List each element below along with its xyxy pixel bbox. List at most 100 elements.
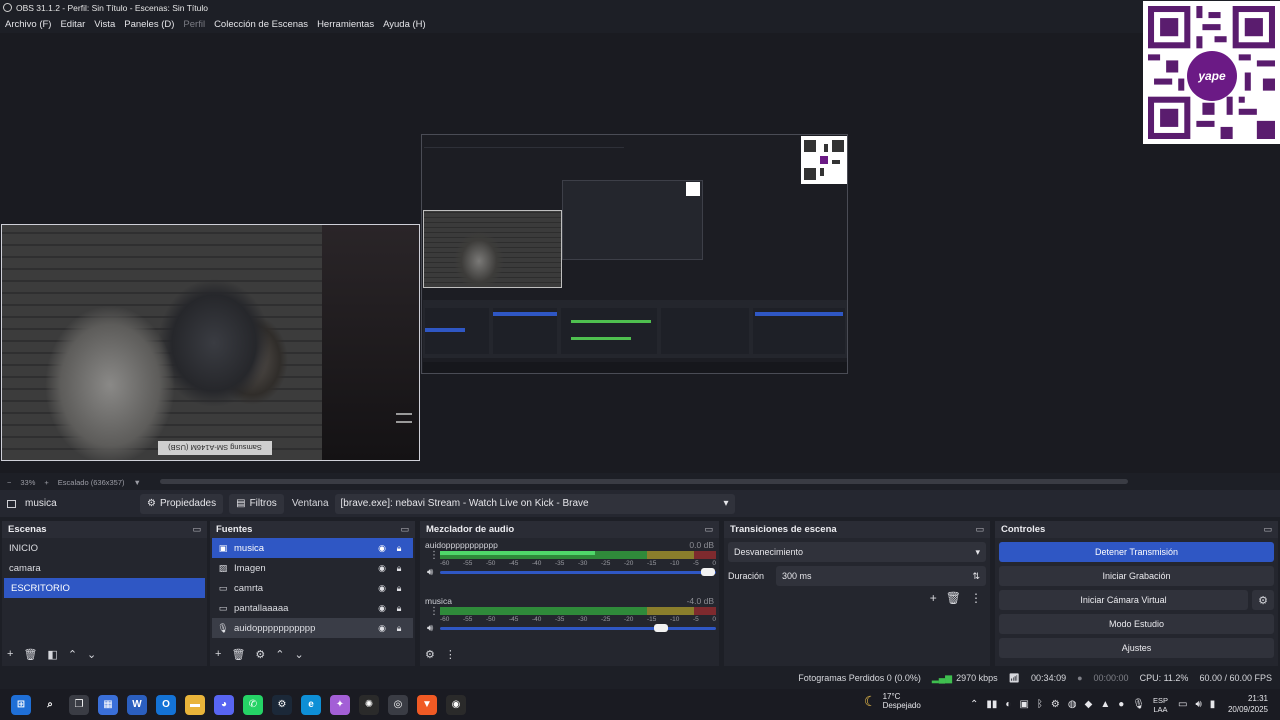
- windows-start-icon[interactable]: ⊞: [11, 694, 31, 715]
- menu-vista[interactable]: Vista: [94, 19, 115, 30]
- window-select[interactable]: [brave.exe]: nebavi Stream - Watch Live …: [334, 493, 735, 514]
- eye-icon[interactable]: ◉: [375, 583, 389, 594]
- copilot-icon[interactable]: ✦: [330, 694, 350, 715]
- eye-icon[interactable]: ◉: [375, 543, 389, 554]
- eye-icon[interactable]: ◉: [375, 563, 389, 574]
- transition-menu-icon[interactable]: ⋮: [970, 591, 982, 605]
- search-icon[interactable]: ⌕: [40, 695, 60, 715]
- zoom-out-button[interactable]: −: [7, 478, 11, 487]
- add-source-icon[interactable]: +: [215, 648, 221, 660]
- whatsapp-icon[interactable]: ✆: [243, 694, 263, 715]
- move-up-icon[interactable]: ⌃: [275, 648, 284, 661]
- lock-icon[interactable]: 🔒︎: [392, 603, 406, 614]
- steam-tray-icon[interactable]: ⚙: [1051, 699, 1060, 710]
- tray-app-icon[interactable]: ●: [1118, 699, 1124, 710]
- tray-app-icon[interactable]: ◆: [1085, 699, 1093, 710]
- scene-item-escritorio[interactable]: ESCRITORIO: [4, 578, 205, 598]
- weather-widget[interactable]: ☾ 17°C Despejado: [864, 692, 921, 710]
- language-indicator[interactable]: ESP LAA: [1153, 696, 1168, 714]
- lock-icon[interactable]: 🔒︎: [392, 583, 406, 594]
- move-down-icon[interactable]: ⌄: [87, 648, 96, 661]
- microphone-icon[interactable]: 🎙︎: [1132, 699, 1145, 710]
- transition-select[interactable]: Desvanecimiento ▾: [728, 542, 986, 562]
- tray-app-icon[interactable]: ▲: [1100, 699, 1110, 710]
- move-up-icon[interactable]: ⌃: [68, 648, 77, 661]
- stop-stream-button[interactable]: Detener Transmisión: [999, 542, 1274, 562]
- display-capture-preview[interactable]: [421, 134, 848, 374]
- fader-handle[interactable]: [700, 568, 715, 576]
- speaker-icon[interactable]: 🔊︎: [427, 623, 433, 634]
- obs-taskbar-icon[interactable]: ◎: [388, 694, 408, 715]
- menu-herramientas[interactable]: Herramientas: [317, 19, 374, 30]
- scene-item-inicio[interactable]: INICIO: [2, 538, 207, 558]
- settings-button[interactable]: Ajustes: [999, 638, 1274, 658]
- start-recording-button[interactable]: Iniciar Grabación: [999, 566, 1274, 586]
- scene-item-camara[interactable]: camara: [2, 558, 207, 578]
- source-properties-icon[interactable]: ⚙: [255, 648, 265, 661]
- menu-archivo[interactable]: Archivo (F): [5, 19, 51, 30]
- filters-button[interactable]: ▤ Filtros: [229, 493, 284, 514]
- chevron-up-icon[interactable]: ⌃: [970, 699, 978, 710]
- word-icon[interactable]: W: [127, 694, 147, 715]
- menu-ayuda[interactable]: Ayuda (H): [383, 19, 426, 30]
- file-explorer-icon[interactable]: ▬: [185, 694, 205, 715]
- dock-icon[interactable]: ▭: [975, 524, 984, 535]
- eye-icon[interactable]: ◉: [375, 603, 389, 614]
- dock-icon[interactable]: ▭: [704, 524, 713, 535]
- zoom-in-button[interactable]: +: [44, 478, 48, 487]
- menu-editar[interactable]: Editar: [60, 19, 85, 30]
- brave-icon[interactable]: ▼: [417, 694, 437, 715]
- menu-paneles[interactable]: Paneles (D): [124, 19, 174, 30]
- add-scene-icon[interactable]: +: [7, 648, 13, 660]
- dock-icon[interactable]: ▭: [192, 524, 201, 535]
- move-down-icon[interactable]: ⌄: [295, 648, 304, 661]
- lock-icon[interactable]: 🔒︎: [392, 563, 406, 574]
- remove-transition-icon[interactable]: 🗑: [946, 591, 961, 605]
- speaker-icon[interactable]: 🔊︎: [427, 567, 433, 578]
- start-virtual-camera-button[interactable]: Iniciar Cámara Virtual: [999, 590, 1248, 610]
- source-item-audio[interactable]: 🎙︎ auidoppppppppppp ◉ 🔒︎: [212, 618, 413, 638]
- tray-app-icon[interactable]: ◐: [1005, 699, 1011, 710]
- source-item-musica[interactable]: ▣ musica ◉ 🔒︎: [212, 538, 413, 558]
- task-view-icon[interactable]: ❐: [69, 694, 89, 715]
- battery-icon[interactable]: ▮: [1210, 699, 1216, 710]
- fader-handle[interactable]: [653, 624, 668, 632]
- volume-icon[interactable]: 🔊︎: [1195, 699, 1201, 710]
- advanced-audio-icon[interactable]: ⚙: [425, 648, 435, 661]
- taskbar-clock[interactable]: 21:31 20/09/2025: [1228, 693, 1268, 715]
- source-item-imagen[interactable]: ▨ Imagen ◉ 🔒︎: [212, 558, 413, 578]
- virtual-camera-settings-gear-icon[interactable]: ⚙: [1252, 590, 1274, 610]
- spinner-icon[interactable]: ⇅: [972, 571, 980, 582]
- add-transition-icon[interactable]: +: [930, 591, 937, 605]
- chatgpt-icon[interactable]: ✺: [359, 694, 379, 715]
- scene-filters-icon[interactable]: ◧: [47, 648, 57, 661]
- obs-alt-icon[interactable]: ◉: [446, 694, 466, 715]
- tray-app-icon[interactable]: ◍: [1068, 699, 1077, 710]
- store-icon[interactable]: ▦: [98, 694, 118, 715]
- preview-horizontal-scrollbar[interactable]: [160, 479, 1128, 484]
- tray-app-icon[interactable]: ▣: [1019, 699, 1028, 710]
- volume-fader[interactable]: [440, 624, 716, 632]
- audio-bars-icon[interactable]: ▮▮: [986, 699, 997, 710]
- bluetooth-icon[interactable]: ᛒ: [1037, 699, 1043, 710]
- studio-mode-button[interactable]: Modo Estudio: [999, 614, 1274, 634]
- dock-icon[interactable]: ▭: [400, 524, 409, 535]
- zoom-dropdown-icon[interactable]: ▼: [134, 478, 141, 487]
- outlook-icon[interactable]: O: [156, 694, 176, 715]
- edge-icon[interactable]: e: [301, 694, 321, 715]
- source-item-pantallaaaaa[interactable]: ▭ pantallaaaaa ◉ 🔒︎: [212, 598, 413, 618]
- properties-button[interactable]: ⚙ Propiedades: [140, 493, 224, 514]
- volume-fader[interactable]: [440, 568, 716, 576]
- network-icon[interactable]: ▭: [1178, 699, 1187, 710]
- eye-icon[interactable]: ◉: [375, 623, 389, 634]
- duration-input[interactable]: 300 ms ⇅: [776, 566, 986, 586]
- remove-scene-icon[interactable]: 🗑: [23, 648, 37, 661]
- steam-icon[interactable]: ⚙: [272, 694, 292, 715]
- discord-icon[interactable]: ◕: [214, 694, 234, 715]
- mixer-menu-icon[interactable]: ⋮: [445, 648, 456, 661]
- dock-icon[interactable]: ▭: [1263, 524, 1272, 535]
- lock-icon[interactable]: 🔒︎: [392, 543, 406, 554]
- channel-menu-icon[interactable]: ⋮: [429, 550, 439, 561]
- channel-menu-icon[interactable]: ⋮: [429, 606, 439, 617]
- source-item-camrta[interactable]: ▭ camrta ◉ 🔒︎: [212, 578, 413, 598]
